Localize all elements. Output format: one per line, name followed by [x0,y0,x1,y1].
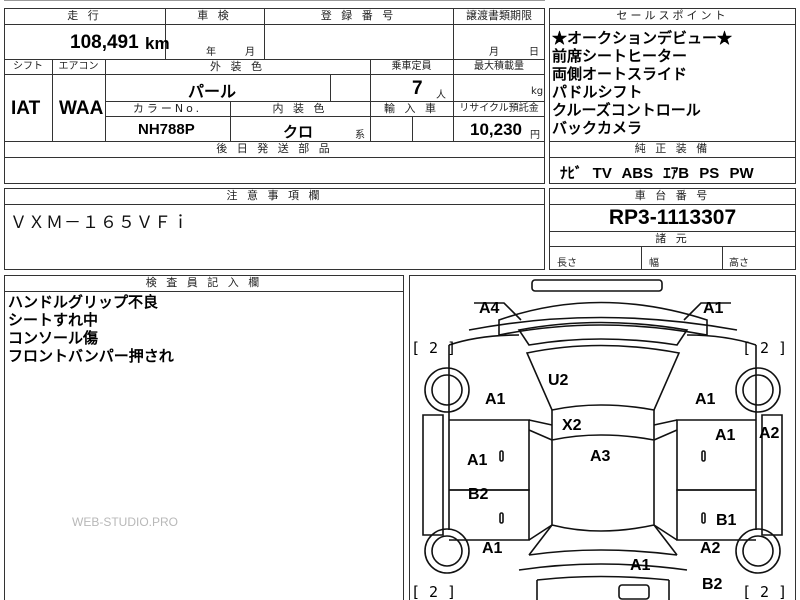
mark-a2-right-rear-wheel: A2 [700,540,721,557]
mark-a1-rear: A1 [630,557,651,574]
color-number-value: NH788P [138,121,195,138]
bracket-front-left: [ 2 ] [411,339,457,357]
chassis-number-value: RP3-1113307 [608,206,737,229]
mark-u2-windshield: U2 [548,372,569,389]
inspector-notes-label: 検 査 員 記 入 欄 [145,276,263,289]
mark-a2-right-edge: A2 [759,425,780,442]
shift-label: シフト [13,61,43,72]
mark-a1-right-front-wheel: A1 [695,391,716,408]
recycle-deposit-label: リサイクル預託金 [459,103,539,114]
color-number-label: カラーNo. [132,102,203,115]
exterior-color-label: 外 装 色 [210,60,265,73]
caution-value: ＶＸＭ－１６５ＶＦｉ [10,213,190,233]
max-load-label: 最大積載量 [474,61,524,72]
caution-label: 注 意 事 項 欄 [226,189,323,202]
mark-a1-right-front-door: A1 [715,427,736,444]
mark-x2-roof: X2 [562,417,582,434]
mark-a1-left-front-door: A1 [467,452,488,469]
watermark: WEB-STUDIO.PRO [72,515,179,529]
ac-value: WAA [59,98,104,119]
registration-label: 登 録 番 号 [320,9,397,22]
transfer-deadline-label: 譲渡書類期限 [466,9,532,22]
mark-a1-front-right: A1 [703,300,724,317]
mark-b1-right-rear-door: B1 [716,512,737,529]
specifications-label: 諸 元 [655,232,690,245]
interior-color-suffix: 系 [355,130,365,141]
bracket-rear-right: [ 2 ] [742,583,788,600]
inspector-note: コンソール傷 [8,330,99,347]
max-load-unit: kg [531,86,544,97]
transfer-day-unit: 日 [529,47,539,58]
capacity-unit: 人 [436,90,446,101]
sales-point-item: 前席シートヒーター [552,48,688,65]
car-body-diagram [422,279,783,600]
sales-point-item: バックカメラ [552,120,643,137]
mileage-value: 108,491 [70,32,139,53]
import-car-label: 輸 入 車 [384,102,439,115]
shift-value: IAT [11,98,41,119]
mark-b2-left-rear-door: B2 [468,486,489,503]
sales-points-label: セールスポイント [616,9,729,22]
mark-b2-rear-right: B2 [702,576,723,593]
mileage-unit: km [145,34,170,53]
transfer-month-unit: 月 [489,47,499,58]
later-parts-label: 後 日 発 送 部 品 [216,142,333,155]
bracket-front-right: [ 2 ] [742,339,788,357]
mark-a1-left-front-wheel: A1 [485,391,506,408]
interior-color-label: 内 装 色 [272,102,328,115]
inspector-note: フロントバンパー押され [8,348,174,365]
genuine-equipment-label: 純 正 装 備 [634,142,711,155]
exterior-color-value: パール [188,84,237,101]
inspector-note: ハンドルグリップ不良 [8,294,159,311]
chassis-number-label: 車 台 番 号 [634,189,711,202]
bracket-rear-left: [ 2 ] [411,583,457,600]
mark-a4-front-left: A4 [479,300,500,317]
capacity-label: 乗車定員 [391,61,432,72]
mark-a1-left-rear-wheel: A1 [482,540,503,557]
sales-point-item: ★オークションデビュー★ [552,30,733,47]
inspection-month-unit: 月 [245,47,255,58]
interior-color-value: クロ [283,124,314,141]
inspection-label: 車 検 [197,9,232,22]
width-label: 幅 [649,258,659,269]
mileage-label: 走 行 [67,9,102,22]
ac-label: エアコン [58,61,99,72]
mark-a3-roof: A3 [590,448,611,465]
height-label: 高さ [729,258,749,269]
capacity-value: 7 [412,78,423,99]
sales-point-item: クルーズコントロール [552,102,701,119]
sales-point-item: パドルシフト [552,84,643,101]
sales-point-item: 両側オートスライド [552,66,688,83]
row1-header-line [4,24,545,25]
recycle-deposit-value: 10,230 [470,120,522,139]
genuine-equipment-value: ﾅﾋﾞ TV ABS ｴｱB PS PW [560,165,754,182]
recycle-deposit-unit: 円 [530,130,540,141]
inspection-year-unit: 年 [206,47,216,58]
length-label: 長さ [557,258,577,269]
top-strip-line [4,0,545,1]
inspector-note: シートすれ中 [8,312,99,329]
